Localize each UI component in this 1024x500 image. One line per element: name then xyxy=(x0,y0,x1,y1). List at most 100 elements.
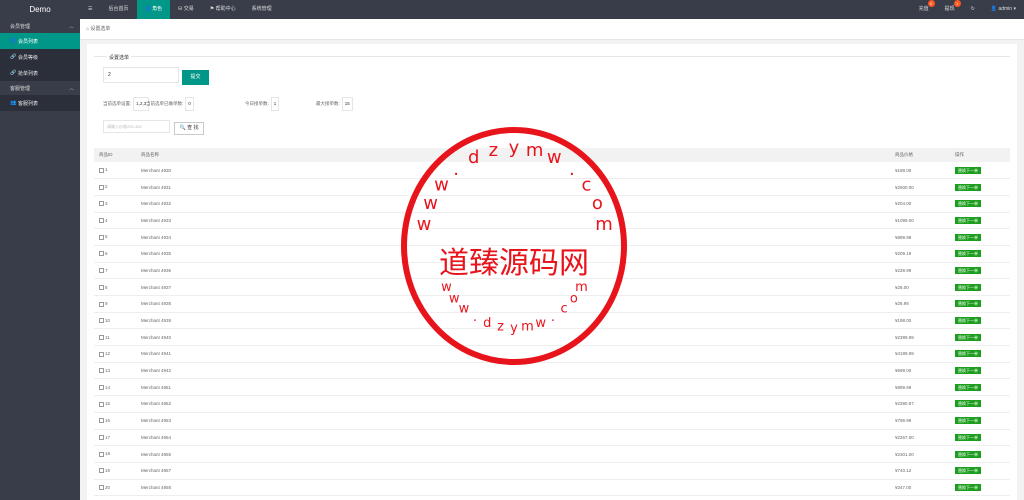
cell-name: Merchant 4936 xyxy=(136,262,536,280)
replace-next-button[interactable]: 替换下一单 xyxy=(955,300,981,308)
sidebar-item-member-list[interactable]: 👤 会员列表 xyxy=(0,33,80,49)
replace-next-button[interactable]: 替换下一单 xyxy=(955,367,981,375)
row-id: 12 xyxy=(105,351,111,357)
query-button[interactable]: 🔍 查 找 xyxy=(174,122,204,135)
sidebar-group-support[interactable]: 客服管理 ︿ xyxy=(0,81,80,95)
replace-next-button[interactable]: 替换下一单 xyxy=(955,350,981,358)
menu-toggle-icon[interactable]: ☰ xyxy=(80,0,100,19)
nav-help[interactable]: ⚑ 帮助中心 xyxy=(202,0,244,19)
row-checkbox[interactable] xyxy=(99,351,104,357)
replace-next-button[interactable]: 替换下一单 xyxy=(955,183,981,191)
cell-name: Merchant 4958 xyxy=(136,479,536,497)
row-checkbox[interactable] xyxy=(99,318,104,324)
replace-next-button[interactable]: 替换下一单 xyxy=(955,467,981,475)
cell-price: ¥799.99 xyxy=(890,412,950,430)
row-checkbox[interactable] xyxy=(99,218,104,224)
col-header-blank xyxy=(536,148,890,162)
replace-next-button[interactable]: 替换下一单 xyxy=(955,233,981,241)
cell-id: 12 xyxy=(94,345,136,363)
withdraw-label: 提现 xyxy=(944,6,955,12)
cell-action: 替换下一单 xyxy=(950,295,1010,313)
replace-next-button[interactable]: 替换下一单 xyxy=(955,400,981,408)
replace-next-button[interactable]: 替换下一单 xyxy=(955,450,981,458)
nav-system[interactable]: 系统管理 xyxy=(244,0,280,19)
table-row: 15 Merchant 4952 ¥2390.87 替换下一单 xyxy=(94,395,1010,413)
nav-role[interactable]: 👤 角色 xyxy=(136,0,171,19)
cell-action: 替换下一单 xyxy=(950,462,1010,480)
row-checkbox[interactable] xyxy=(99,435,104,440)
order-setting-input[interactable]: 2 xyxy=(103,67,179,83)
cell-blank xyxy=(536,295,890,313)
replace-next-button[interactable]: 替换下一单 xyxy=(955,417,981,425)
row-checkbox[interactable] xyxy=(99,167,104,173)
table-row: 16 Merchant 4953 ¥799.99 替换下一单 xyxy=(94,412,1010,430)
stat-label: 当前选单设置: xyxy=(103,101,132,106)
recharge-link[interactable]: 充值 0 xyxy=(911,0,937,19)
cell-blank xyxy=(536,178,890,196)
table-row: 14 Merchant 4951 ¥899.99 替换下一单 xyxy=(94,378,1010,397)
replace-next-button[interactable]: 替换下一单 xyxy=(955,216,981,224)
row-checkbox[interactable] xyxy=(99,468,104,474)
replace-next-button[interactable]: 替换下一单 xyxy=(955,333,981,341)
row-checkbox[interactable] xyxy=(99,284,104,290)
replace-next-button[interactable]: 替换下一单 xyxy=(955,166,981,174)
breadcrumb-current: 设置选单 xyxy=(90,26,111,32)
cell-id: 7 xyxy=(94,262,136,280)
trade-icon: ⛁ xyxy=(178,6,183,12)
row-checkbox[interactable] xyxy=(99,418,104,424)
cell-action: 替换下一单 xyxy=(950,412,1010,430)
chevron-down-icon: ▾ xyxy=(1013,6,1016,12)
withdraw-badge: 1 xyxy=(953,0,961,7)
row-checkbox[interactable] xyxy=(99,234,104,240)
cell-id: 8 xyxy=(94,278,136,296)
sidebar-item-support-list[interactable]: 👥 客服列表 xyxy=(0,95,80,111)
submit-button[interactable]: 提交 xyxy=(182,70,209,85)
replace-next-button[interactable]: 替换下一单 xyxy=(955,383,981,391)
row-checkbox[interactable] xyxy=(99,334,104,340)
cell-blank xyxy=(536,395,890,413)
replace-next-button[interactable]: 替换下一单 xyxy=(955,266,981,274)
row-checkbox[interactable] xyxy=(99,384,104,390)
replace-next-button[interactable]: 替换下一单 xyxy=(955,433,981,441)
row-checkbox[interactable] xyxy=(99,451,104,457)
table-row: 6 Merchant 4935 ¥209.19 替换下一单 xyxy=(94,245,1010,263)
table-row: 11 Merchant 4940 ¥2399.99 替换下一单 xyxy=(94,328,1010,347)
row-checkbox[interactable] xyxy=(99,201,104,207)
nav-home[interactable]: 后台首页 xyxy=(100,0,136,19)
cell-name: Merchant 4941 xyxy=(136,345,536,363)
row-checkbox[interactable] xyxy=(99,301,104,307)
cell-action: 替换下一单 xyxy=(950,445,1010,463)
table-row: 19 Merchant 4957 ¥740.12 替换下一单 xyxy=(94,462,1010,480)
row-checkbox[interactable] xyxy=(99,401,104,407)
replace-next-button[interactable]: 替换下一单 xyxy=(955,317,981,325)
user-menu[interactable]: 👤 admin ▾ xyxy=(983,0,1024,19)
col-header-id: 商品ID xyxy=(94,148,136,162)
price-range-input[interactable]: 请输入价格200-300 xyxy=(103,120,170,133)
row-checkbox[interactable] xyxy=(99,251,104,257)
cell-action: 替换下一单 xyxy=(950,362,1010,380)
replace-next-button[interactable]: 替换下一单 xyxy=(955,200,981,208)
cell-action: 替换下一单 xyxy=(950,395,1010,413)
replace-next-button[interactable]: 替换下一单 xyxy=(955,250,981,258)
row-checkbox[interactable] xyxy=(99,368,104,374)
cell-price: ¥2301.00 xyxy=(890,445,950,463)
sidebar-group-members[interactable]: 会员管理 ︿ xyxy=(0,19,80,33)
nav-trade[interactable]: ⛁ 交易 xyxy=(170,0,202,19)
cell-action: 替换下一单 xyxy=(950,245,1010,263)
row-checkbox[interactable] xyxy=(99,485,104,491)
refresh-icon[interactable]: ↻ xyxy=(963,0,983,19)
cell-id: 9 xyxy=(94,295,136,313)
row-checkbox[interactable] xyxy=(99,184,104,190)
row-checkbox[interactable] xyxy=(99,268,104,274)
row-id: 15 xyxy=(105,401,111,407)
withdraw-link[interactable]: 提现 1 xyxy=(937,0,963,19)
cell-name: Merchant 4934 xyxy=(136,228,536,246)
cell-id: 19 xyxy=(94,462,136,480)
replace-next-button[interactable]: 替换下一单 xyxy=(955,283,981,291)
replace-next-button[interactable]: 替换下一单 xyxy=(955,483,981,491)
table-row: 8 Merchant 4937 ¥28.00 替换下一单 xyxy=(94,278,1010,296)
sidebar-item-member-level[interactable]: 🔗 会员等级 xyxy=(0,49,80,65)
sidebar-group-label: 会员管理 xyxy=(10,23,31,30)
sidebar-item-grab-orders[interactable]: 🔗 抢单列表 xyxy=(0,65,80,81)
nav-trade-label: 交易 xyxy=(183,6,194,12)
